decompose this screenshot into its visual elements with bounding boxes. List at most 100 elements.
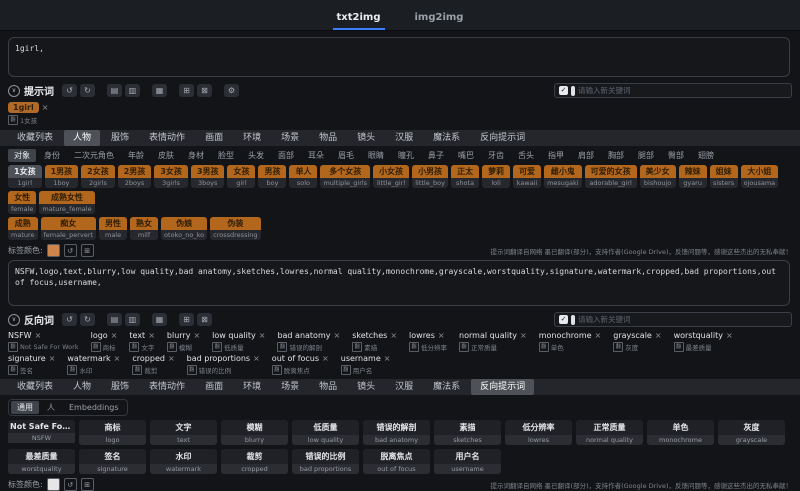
keyword-button[interactable]: 辣妹 gyaru <box>678 165 707 188</box>
keyword-button[interactable]: 痴女 female_pervert <box>40 217 97 240</box>
negative-tag[interactable]: sketches × 翻 素描 <box>352 331 397 352</box>
keyword-button[interactable]: 3女孩 3girls <box>154 165 188 188</box>
toggle-handle-icon[interactable] <box>571 314 575 325</box>
person-subtab[interactable]: 对象 <box>8 149 36 162</box>
keyword-button[interactable]: 美少女 bishoujo <box>639 165 676 188</box>
category-tab[interactable]: 人物 <box>64 130 101 146</box>
category-tab[interactable]: 收藏列表 <box>8 130 62 146</box>
category-tab[interactable]: 汉服 <box>386 130 422 146</box>
remove-tag-icon[interactable]: × <box>384 354 391 363</box>
toolbar-icon[interactable]: ▤ <box>107 84 122 97</box>
person-subtab[interactable]: 臀部 <box>662 149 690 162</box>
tag-color-swatch[interactable] <box>46 244 60 257</box>
remove-tag-icon[interactable]: × <box>148 331 155 340</box>
toolbar-icon[interactable]: ▥ <box>125 84 140 97</box>
person-subtab[interactable]: 嘴巴 <box>452 149 480 162</box>
person-subtab[interactable]: 牙齿 <box>482 149 510 162</box>
negative-tag[interactable]: username × 翻 用户名 <box>340 354 391 375</box>
toolbar-icon[interactable]: ↻ <box>80 84 95 97</box>
negative-keyword-card[interactable]: 灰度 grayscale <box>718 420 785 445</box>
remove-tag-icon[interactable]: × <box>253 354 260 363</box>
negative-keyword-card[interactable]: 正常质量 normal quality <box>576 420 643 445</box>
person-subtab[interactable]: 指甲 <box>542 149 570 162</box>
keyword-button[interactable]: 可爱的女孩 adorable_girl <box>584 165 637 188</box>
category-tab[interactable]: 环境 <box>234 379 270 395</box>
person-subtab[interactable]: 耳朵 <box>302 149 330 162</box>
keyword-button[interactable]: 1女孩 1girl <box>8 165 42 188</box>
negative-subtab[interactable]: Embeddings <box>63 401 125 414</box>
keyword-button[interactable]: 3男孩 3boys <box>190 165 225 188</box>
toolbar-icon[interactable]: ▦ <box>152 84 167 97</box>
negative-tag[interactable]: out of focus × 翻 脱离焦点 <box>271 354 329 375</box>
toolbar-icon[interactable]: ▦ <box>152 313 167 326</box>
negative-subtab[interactable]: 人 <box>41 401 61 414</box>
category-tab[interactable]: 画面 <box>196 379 232 395</box>
keyword-button[interactable]: 单人 solo <box>289 165 318 188</box>
category-tab[interactable]: 汉服 <box>386 379 422 395</box>
negative-keyword-card[interactable]: 文字 text <box>150 420 217 445</box>
category-tab[interactable]: 收藏列表 <box>8 379 62 395</box>
new-keyword-input[interactable]: ✓ 请输入新关键词 <box>554 83 792 98</box>
person-subtab[interactable]: 二次元角色 <box>68 149 120 162</box>
category-tab[interactable]: 表情动作 <box>140 379 194 395</box>
person-subtab[interactable]: 翅膀 <box>692 149 720 162</box>
negative-tag[interactable]: text × 翻 文字 <box>129 331 155 352</box>
toolbar-icon[interactable]: ⚙ <box>224 84 239 97</box>
tag-color-swatch[interactable] <box>46 478 60 491</box>
negative-tag[interactable]: worstquality × 翻 最差质量 <box>673 331 733 352</box>
keyword-button[interactable]: 女性 female <box>8 191 37 214</box>
tab-img2img[interactable]: img2img <box>411 6 468 30</box>
category-tab[interactable]: 魔法系 <box>424 130 469 146</box>
reset-color-icon[interactable]: ↺ <box>63 478 77 491</box>
person-subtab[interactable]: 身材 <box>182 149 210 162</box>
toolbar-icon[interactable]: ↺ <box>62 84 77 97</box>
keyword-button[interactable]: 2女孩 2girls <box>81 165 115 188</box>
keyword-button[interactable]: 雌小鬼 mesugaki <box>544 165 582 188</box>
keyword-button[interactable]: 1男孩 1boy <box>44 165 79 188</box>
keyword-button[interactable]: 多个女孩 multiple_girls <box>320 165 371 188</box>
remove-tag-icon[interactable]: × <box>114 354 121 363</box>
keyword-button[interactable]: 萝莉 loli <box>482 165 511 188</box>
category-tab[interactable]: 物品 <box>310 130 346 146</box>
toolbar-icon[interactable]: ⊠ <box>197 313 212 326</box>
category-tab[interactable]: 场景 <box>272 130 308 146</box>
reset-color-icon[interactable]: ↺ <box>63 244 77 257</box>
negative-tag[interactable]: bad proportions × 翻 错误的比例 <box>186 354 260 375</box>
keyword-checkbox[interactable]: ✓ <box>559 86 568 95</box>
negative-tag[interactable]: blurry × 翻 模糊 <box>166 331 200 352</box>
negative-keyword-card[interactable]: 签名 signature <box>79 449 146 474</box>
negative-keyword-card[interactable]: 错误的解剖 bad anatomy <box>363 420 430 445</box>
category-tab[interactable]: 环境 <box>234 130 270 146</box>
remove-tag-icon[interactable]: × <box>333 331 340 340</box>
remove-tag-icon[interactable]: × <box>438 331 445 340</box>
category-tab[interactable]: 人物 <box>64 379 100 395</box>
person-subtab[interactable]: 舌头 <box>512 149 540 162</box>
remove-tag-icon[interactable]: × <box>49 354 56 363</box>
category-tab[interactable]: 魔法系 <box>424 379 469 395</box>
negative-keyword-card[interactable]: 模糊 blurry <box>221 420 288 445</box>
person-subtab[interactable]: 胸部 <box>602 149 630 162</box>
negative-keyword-card[interactable]: 素描 sketches <box>434 420 501 445</box>
person-subtab[interactable]: 脸型 <box>212 149 240 162</box>
toggle-handle-icon[interactable] <box>571 85 575 96</box>
person-subtab[interactable]: 头发 <box>242 149 270 162</box>
negative-tag[interactable]: grayscale × 翻 灰度 <box>613 331 662 352</box>
negative-keyword-card[interactable]: 单色 monochrome <box>647 420 714 445</box>
remove-tag-icon[interactable]: × <box>111 331 118 340</box>
keyword-button[interactable]: 2男孩 2boys <box>117 165 152 188</box>
negative-tag[interactable]: bad anatomy × 翻 错误的解剖 <box>277 331 340 352</box>
copy-color-icon[interactable]: ⊞ <box>80 478 94 491</box>
remove-tag-icon[interactable]: × <box>726 331 733 340</box>
prompt-textarea[interactable]: 1girl, <box>8 37 790 77</box>
keyword-button[interactable]: 熟女 milf <box>130 217 159 240</box>
remove-tag-icon[interactable]: × <box>655 331 662 340</box>
negative-keyword-card[interactable]: 用户名 username <box>434 449 501 474</box>
person-subtab[interactable]: 眉毛 <box>332 149 360 162</box>
remove-tag-icon[interactable]: × <box>595 331 602 340</box>
toolbar-icon[interactable]: ⊠ <box>197 84 212 97</box>
toolbar-icon[interactable]: ↻ <box>80 313 95 326</box>
category-tab[interactable]: 反向提示词 <box>471 130 534 146</box>
negative-keyword-card[interactable]: 水印 watermark <box>150 449 217 474</box>
keyword-button[interactable]: 大小姐 ojousama <box>740 165 779 188</box>
negative-subtab[interactable]: 通用 <box>11 401 39 414</box>
